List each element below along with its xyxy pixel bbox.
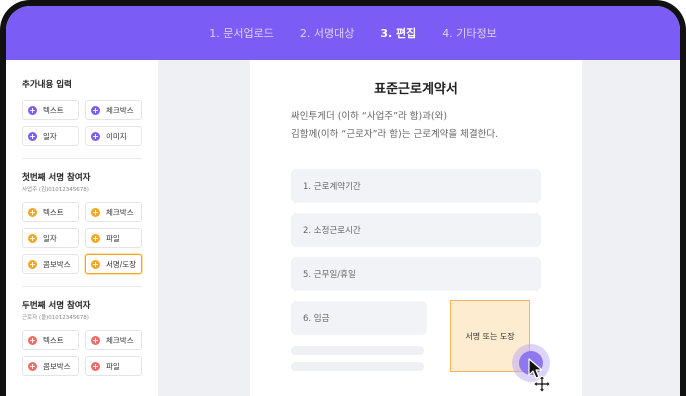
plus-icon: + — [91, 207, 100, 217]
chip-label: 서명/도장 — [106, 259, 137, 269]
chip-label: 파일 — [106, 233, 120, 243]
plus-icon: + — [28, 335, 37, 345]
placeholder-line — [291, 346, 424, 355]
document-intro: 싸인투게더 (이하 “사업주”라 함)과(와) 김함께(이하 “근로자”라 함)… — [291, 108, 498, 144]
add-date-button[interactable]: + 일자 — [22, 126, 79, 146]
plus-icon: + — [28, 105, 37, 115]
signer2-text-button[interactable]: + 텍스트 — [22, 330, 79, 350]
intro-line: 김함께(이하 “근로자”라 함)는 근로계약을 체결한다. — [291, 129, 499, 140]
workdays-holidays-field[interactable]: 5. 근무일/휴일 — [291, 257, 541, 291]
plus-icon: + — [91, 335, 100, 345]
step-navigation: 1. 문서업로드 2. 서명대상 3. 편집 4. 기타정보 — [6, 6, 680, 60]
step-signers[interactable]: 2. 서명대상 — [300, 25, 354, 41]
plus-icon: + — [91, 233, 100, 243]
chip-label: 일자 — [43, 131, 57, 141]
plus-icon: + — [28, 131, 37, 141]
document-title: 표준근로계약서 — [374, 82, 458, 97]
plus-icon: + — [91, 105, 100, 115]
chip-label: 체크박스 — [106, 335, 134, 345]
plus-icon: + — [28, 259, 37, 269]
plus-icon: + — [28, 361, 37, 371]
signer2-file-button[interactable]: + 파일 — [85, 356, 142, 376]
chip-label: 콤보박스 — [43, 361, 71, 371]
add-checkbox-button[interactable]: + 체크박스 — [85, 100, 142, 120]
signer1-combobox-button[interactable]: + 콤보박스 — [22, 254, 79, 274]
chip-label: 일자 — [43, 233, 57, 243]
placeholder-line — [291, 362, 424, 371]
signer1-signature-button[interactable]: + 서명/도장 — [85, 254, 142, 274]
plus-icon: + — [28, 207, 37, 217]
wage-field[interactable]: 6. 임금 — [291, 301, 427, 335]
first-signer-grid: + 텍스트 + 체크박스 + 일자 + 파일 + 콤보박스 + 서명/도장 — [22, 202, 158, 274]
step-upload[interactable]: 1. 문서업로드 — [209, 25, 274, 41]
chip-label: 콤보박스 — [43, 259, 71, 269]
contract-period-field[interactable]: 1. 근로계약기간 — [291, 169, 541, 203]
app-window: 1. 문서업로드 2. 서명대상 3. 편집 4. 기타정보 추가내용 입력 +… — [0, 0, 686, 396]
move-icon — [534, 376, 550, 392]
chip-label: 이미지 — [106, 131, 127, 141]
plus-icon: + — [91, 259, 100, 269]
step-edit[interactable]: 3. 편집 — [380, 25, 416, 41]
add-text-button[interactable]: + 텍스트 — [22, 100, 79, 120]
add-content-title: 추가내용 입력 — [22, 80, 72, 90]
chip-label: 텍스트 — [43, 335, 64, 345]
signer1-checkbox-button[interactable]: + 체크박스 — [85, 202, 142, 222]
first-signer-title: 첫번째 서명 참여자 — [22, 173, 91, 183]
second-signer-subtitle: 근로자 (을)01012345678) — [22, 315, 89, 321]
chip-label: 텍스트 — [43, 105, 64, 115]
second-signer-title: 두번째 서명 참여자 — [22, 301, 91, 311]
signer1-date-button[interactable]: + 일자 — [22, 228, 79, 248]
second-signer-grid: + 텍스트 + 체크박스 + 콤보박스 + 파일 — [22, 330, 158, 376]
chip-label: 텍스트 — [43, 207, 64, 217]
plus-icon: + — [91, 131, 100, 141]
signer2-checkbox-button[interactable]: + 체크박스 — [85, 330, 142, 350]
chip-label: 체크박스 — [106, 105, 134, 115]
working-hours-field[interactable]: 2. 소정근로시간 — [291, 213, 541, 247]
first-signer-subtitle: 사업주 (김)01012345678) — [22, 187, 89, 193]
add-content-grid: + 텍스트 + 체크박스 + 일자 + 이미지 — [22, 100, 158, 146]
signer1-file-button[interactable]: + 파일 — [85, 228, 142, 248]
chip-label: 체크박스 — [106, 207, 134, 217]
intro-line: 싸인투게더 (이하 “사업주”라 함)과(와) — [291, 111, 448, 122]
document-canvas: 표준근로계약서 싸인투게더 (이하 “사업주”라 함)과(와) 김함께(이하 “… — [250, 60, 582, 396]
signer2-combobox-button[interactable]: + 콤보박스 — [22, 356, 79, 376]
plus-icon: + — [91, 361, 100, 371]
section-divider — [22, 158, 142, 159]
plus-icon: + — [28, 233, 37, 243]
field-palette-sidebar: 추가내용 입력 + 텍스트 + 체크박스 + 일자 + 이미지 첫번째 서명 참여자 사… — [6, 60, 158, 396]
signer1-text-button[interactable]: + 텍스트 — [22, 202, 79, 222]
add-image-button[interactable]: + 이미지 — [85, 126, 142, 146]
step-other-info[interactable]: 4. 기타정보 — [442, 25, 496, 41]
section-divider — [22, 286, 142, 287]
chip-label: 파일 — [106, 361, 120, 371]
